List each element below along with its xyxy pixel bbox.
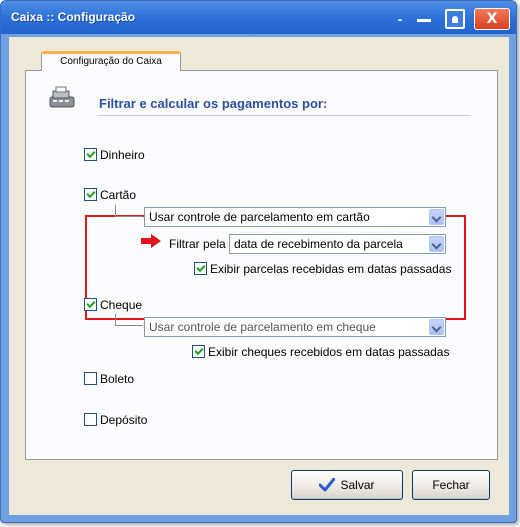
exibir-cheques-label: Exibir cheques recebidos em datas passad… xyxy=(208,345,450,359)
checkmark-icon xyxy=(319,478,336,492)
window-title: Caixa :: Configuração xyxy=(11,10,136,24)
cartao-tree-line xyxy=(115,205,143,217)
tab-configuracao-do-caixa[interactable]: Configuração do Caixa xyxy=(41,51,181,71)
close-button[interactable]: X xyxy=(474,8,510,30)
cheque-checkbox[interactable] xyxy=(84,298,97,311)
cash-register-icon xyxy=(49,86,75,108)
filtrar-pela-select[interactable]: data de recebimento da parcela xyxy=(229,234,446,254)
save-button-label: Salvar xyxy=(340,478,375,492)
exibir-parcelas-label: Exibir parcelas recebidas em datas passa… xyxy=(210,262,452,276)
section-heading: Filtrar e calcular os pagamentos por: xyxy=(99,96,328,111)
cheque-tree-line xyxy=(115,314,143,326)
filtrar-pela-value: data de recebimento da parcela xyxy=(234,237,403,251)
exibir-parcelas-checkbox[interactable] xyxy=(194,262,207,275)
chevron-down-icon[interactable] xyxy=(429,319,444,335)
dinheiro-label: Dinheiro xyxy=(100,148,145,162)
chevron-down-icon[interactable] xyxy=(429,236,444,252)
close-dialog-button[interactable]: Fechar xyxy=(412,470,490,500)
exibir-cheques-checkbox[interactable] xyxy=(192,345,205,358)
heading-divider xyxy=(98,115,470,116)
config-window: Caixa :: Configuração - X Configuração d… xyxy=(0,0,517,523)
boleto-checkbox[interactable] xyxy=(84,372,97,385)
save-button[interactable]: Salvar xyxy=(291,470,403,500)
tab-panel: Filtrar e calcular os pagamentos por: Di… xyxy=(25,70,498,460)
boleto-label: Boleto xyxy=(100,372,135,386)
window-client-area: Configuração do Caixa Filtrar e calcular… xyxy=(9,37,509,515)
restore-button[interactable] xyxy=(445,9,465,29)
cartao-parcelamento-select[interactable]: Usar controle de parcelamento em cartão xyxy=(144,207,446,227)
cheque-parcelamento-value: Usar controle de parcelamento em cheque xyxy=(149,320,376,334)
cheque-parcelamento-select[interactable]: Usar controle de parcelamento em cheque xyxy=(144,317,446,337)
close-dialog-button-label: Fechar xyxy=(432,478,470,492)
red-arrow-icon xyxy=(141,234,161,248)
cheque-label: Cheque xyxy=(100,298,143,312)
minimize-button[interactable] xyxy=(415,9,433,29)
deposito-checkbox[interactable] xyxy=(84,413,97,426)
dash-button[interactable]: - xyxy=(393,9,407,29)
cartao-label: Cartão xyxy=(100,188,137,202)
cartao-checkbox[interactable] xyxy=(84,188,97,201)
chevron-down-icon[interactable] xyxy=(429,209,444,225)
filtrar-pela-label: Filtrar pela xyxy=(169,237,226,251)
dinheiro-checkbox[interactable] xyxy=(84,148,97,161)
cartao-parcelamento-value: Usar controle de parcelamento em cartão xyxy=(149,210,370,224)
title-bar[interactable]: Caixa :: Configuração - X xyxy=(1,1,516,34)
deposito-label: Depósito xyxy=(100,413,148,427)
